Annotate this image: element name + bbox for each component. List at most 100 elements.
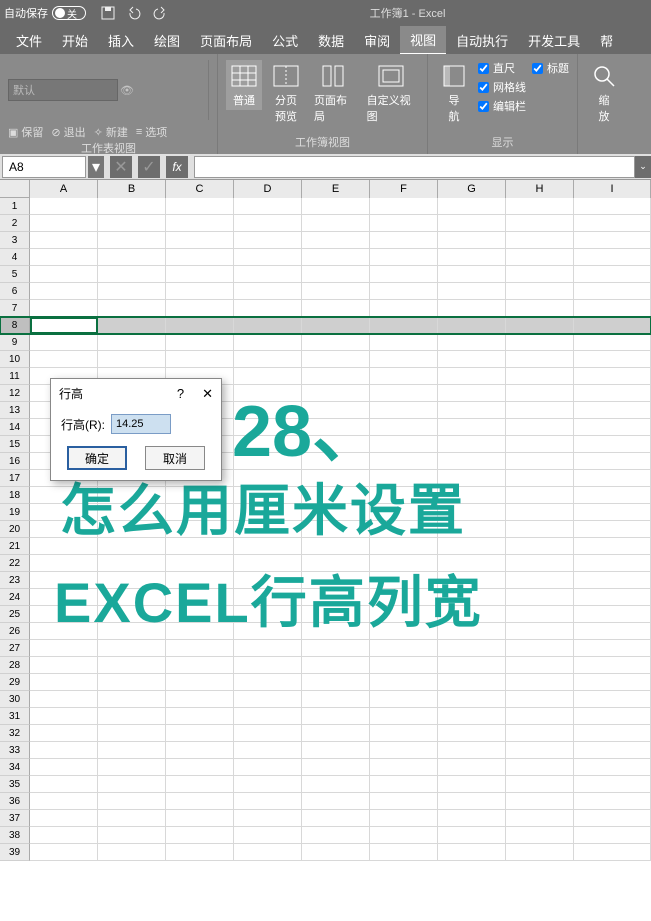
cell[interactable] (234, 215, 302, 232)
cell[interactable] (30, 759, 98, 776)
row[interactable]: 31 (0, 708, 651, 725)
row-header[interactable]: 22 (0, 555, 30, 572)
cell[interactable] (30, 725, 98, 742)
cell[interactable] (234, 776, 302, 793)
cell[interactable] (234, 300, 302, 317)
save-icon[interactable] (100, 5, 116, 21)
custom-view-button[interactable]: 自定义视图 (363, 60, 419, 126)
cell[interactable] (234, 674, 302, 691)
row-header[interactable]: 14 (0, 419, 30, 436)
col-header-e[interactable]: E (302, 180, 370, 198)
row-height-input[interactable] (111, 414, 171, 434)
cell[interactable] (506, 691, 574, 708)
cell[interactable] (370, 334, 438, 351)
menu-insert[interactable]: 插入 (98, 27, 144, 54)
cell[interactable] (438, 725, 506, 742)
cell[interactable] (506, 742, 574, 759)
ruler-checkbox[interactable]: 直尺 (478, 60, 526, 76)
cell[interactable] (506, 351, 574, 368)
cell[interactable] (574, 725, 651, 742)
cell[interactable] (98, 708, 166, 725)
exit-button[interactable]: ⊘ 退出 (51, 124, 85, 140)
cell[interactable] (438, 402, 506, 419)
cell[interactable] (438, 640, 506, 657)
row[interactable]: 37 (0, 810, 651, 827)
row-header[interactable]: 8 (0, 317, 30, 334)
col-header-i[interactable]: I (574, 180, 651, 198)
cell[interactable] (98, 742, 166, 759)
row[interactable]: 2 (0, 215, 651, 232)
row-header[interactable]: 16 (0, 453, 30, 470)
name-box[interactable]: A8 (2, 156, 86, 178)
cell[interactable] (302, 759, 370, 776)
cell[interactable] (438, 691, 506, 708)
cell[interactable] (506, 776, 574, 793)
cell[interactable] (234, 249, 302, 266)
cell[interactable] (98, 198, 166, 215)
cell[interactable] (574, 334, 651, 351)
row-header[interactable]: 28 (0, 657, 30, 674)
cell[interactable] (506, 334, 574, 351)
cell[interactable] (506, 215, 574, 232)
cell[interactable] (98, 249, 166, 266)
select-all-corner[interactable] (0, 180, 30, 198)
cell[interactable] (574, 368, 651, 385)
cell[interactable] (506, 589, 574, 606)
cell[interactable] (574, 249, 651, 266)
row-header[interactable]: 13 (0, 402, 30, 419)
cell[interactable] (98, 215, 166, 232)
cell[interactable] (438, 827, 506, 844)
row-header[interactable]: 36 (0, 793, 30, 810)
cell[interactable] (506, 300, 574, 317)
cell[interactable] (438, 436, 506, 453)
cell[interactable] (574, 793, 651, 810)
cell[interactable] (98, 232, 166, 249)
cell[interactable] (166, 351, 234, 368)
cell[interactable] (302, 300, 370, 317)
cell[interactable] (30, 708, 98, 725)
row-header[interactable]: 32 (0, 725, 30, 742)
cell[interactable] (302, 317, 370, 334)
row[interactable]: 7 (0, 300, 651, 317)
row[interactable]: 39 (0, 844, 651, 861)
cell[interactable] (370, 215, 438, 232)
cell[interactable] (370, 793, 438, 810)
cell[interactable] (370, 640, 438, 657)
cell[interactable] (30, 266, 98, 283)
cell[interactable] (574, 827, 651, 844)
row-header[interactable]: 9 (0, 334, 30, 351)
cell[interactable] (506, 368, 574, 385)
cell[interactable] (574, 708, 651, 725)
cell[interactable] (438, 708, 506, 725)
cell[interactable] (30, 300, 98, 317)
cell[interactable] (166, 793, 234, 810)
menu-draw[interactable]: 绘图 (144, 27, 190, 54)
col-header-a[interactable]: A (30, 180, 98, 198)
cell[interactable] (574, 453, 651, 470)
row-header[interactable]: 18 (0, 487, 30, 504)
cell[interactable] (30, 351, 98, 368)
cell[interactable] (506, 402, 574, 419)
row[interactable]: 38 (0, 827, 651, 844)
col-header-b[interactable]: B (98, 180, 166, 198)
cell[interactable] (234, 657, 302, 674)
row[interactable]: 32 (0, 725, 651, 742)
cell[interactable] (574, 300, 651, 317)
cell[interactable] (370, 198, 438, 215)
cell[interactable] (370, 351, 438, 368)
cell[interactable] (30, 283, 98, 300)
cell[interactable] (506, 436, 574, 453)
cell[interactable] (506, 317, 574, 334)
cell[interactable] (302, 810, 370, 827)
row-header[interactable]: 31 (0, 708, 30, 725)
cell[interactable] (234, 759, 302, 776)
cell[interactable] (234, 232, 302, 249)
gridlines-checkbox[interactable]: 网格线 (478, 79, 526, 95)
cell[interactable] (574, 657, 651, 674)
cell[interactable] (30, 691, 98, 708)
cell[interactable] (98, 334, 166, 351)
cell[interactable] (166, 640, 234, 657)
cell[interactable] (30, 334, 98, 351)
redo-icon[interactable] (152, 5, 168, 21)
cell[interactable] (98, 351, 166, 368)
